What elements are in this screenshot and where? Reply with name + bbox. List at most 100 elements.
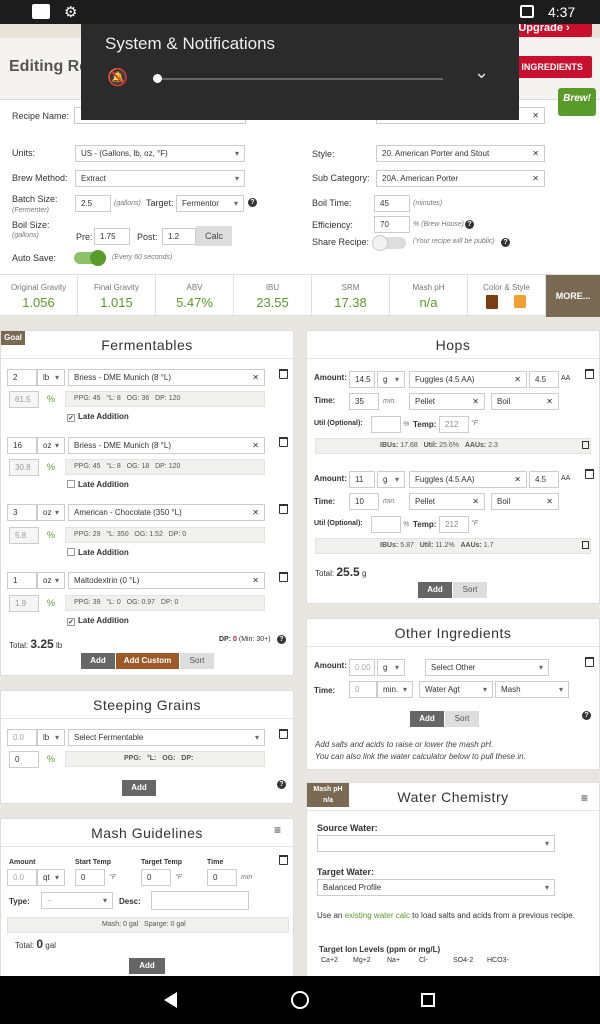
steep-amount-input[interactable]: 0.0 — [7, 729, 37, 746]
home-icon[interactable] — [291, 991, 309, 1009]
units-select[interactable]: US - (Gallons, lb, oz, °F) — [75, 145, 245, 162]
trash-icon[interactable] — [279, 504, 288, 514]
post-input[interactable]: 1.2 — [162, 228, 196, 245]
add-steeping-button[interactable]: Add — [122, 780, 156, 796]
hop-time-input[interactable]: 35 — [349, 393, 379, 410]
other-time-input[interactable]: 0 — [349, 681, 377, 698]
mash-unit-select[interactable]: qt — [37, 869, 65, 886]
hop-amount-input[interactable]: 14.5 — [349, 371, 375, 388]
other-stage-select[interactable]: Mash — [495, 681, 569, 698]
help-icon[interactable]: ? — [582, 711, 591, 720]
hop-aa-input[interactable]: 4.5 — [529, 371, 559, 388]
hop-unit-select[interactable]: g — [377, 471, 405, 488]
hop-util-input[interactable] — [371, 416, 401, 433]
steep-fermentable-select[interactable]: Select Fermentable — [68, 729, 265, 746]
batch-size-input[interactable]: 2.5 — [75, 195, 111, 212]
other-amount-input[interactable]: 0.00 — [349, 659, 375, 676]
late-addition-checkbox[interactable]: ✓ Late Addition — [67, 412, 129, 422]
ferm-name-select[interactable]: Maltodextrin (0 °L) — [68, 572, 265, 589]
trash-icon[interactable] — [585, 657, 594, 667]
trash-icon[interactable] — [585, 469, 594, 479]
recents-icon[interactable] — [421, 993, 435, 1007]
trash-icon[interactable] — [279, 572, 288, 582]
hop-type-select[interactable]: Boil — [491, 393, 559, 410]
ferm-unit-select[interactable]: oz — [37, 572, 65, 589]
add-hop-button[interactable]: Add — [418, 582, 452, 598]
other-agent-select[interactable]: Water Agt — [419, 681, 493, 698]
sort-other-button[interactable]: Sort — [445, 711, 479, 727]
boil-time-input[interactable]: 45 — [374, 195, 410, 212]
ferm-name-select[interactable]: Briess - DME Munich (8 °L) — [68, 369, 265, 386]
trash-icon[interactable] — [279, 729, 288, 739]
hop-name-select[interactable]: Fuggles (4.5 AA) — [409, 471, 527, 488]
auto-save-toggle[interactable] — [74, 250, 106, 266]
help-icon[interactable]: ? — [465, 220, 474, 229]
copy-icon[interactable] — [582, 541, 589, 549]
style-select[interactable]: 20. American Porter and Stout — [376, 145, 545, 162]
expand-chevron-icon[interactable]: ⌄ — [474, 62, 489, 83]
pre-input[interactable]: 1.75 — [94, 228, 130, 245]
steep-pct-input[interactable]: 0 — [9, 751, 39, 768]
more-button[interactable]: MORE... — [546, 275, 600, 317]
source-water-select[interactable] — [317, 835, 555, 852]
help-icon[interactable]: ? — [248, 198, 257, 207]
share-toggle[interactable] — [372, 235, 406, 251]
brew-method-select[interactable]: Extract — [75, 170, 245, 187]
goal-badge[interactable]: Goal — [1, 331, 25, 345]
hop-name-select[interactable]: Fuggles (4.5 AA) — [409, 371, 527, 388]
hop-util-input[interactable] — [371, 516, 401, 533]
ferm-pct-input[interactable]: 1.9 — [9, 595, 39, 612]
sub-category-select[interactable]: 20A. American Porter — [376, 170, 545, 187]
mash-type-select[interactable]: -- — [41, 892, 113, 909]
help-icon[interactable]: ? — [277, 635, 286, 644]
other-unit-select[interactable]: g — [377, 659, 405, 676]
efficiency-input[interactable]: 70 — [374, 216, 410, 233]
add-fermentable-button[interactable]: Add — [81, 653, 115, 669]
mash-desc-input[interactable] — [151, 891, 249, 910]
ferm-unit-select[interactable]: lb — [37, 369, 65, 386]
hop-amount-input[interactable]: 11 — [349, 471, 375, 488]
trash-icon[interactable] — [279, 369, 288, 379]
add-custom-button[interactable]: Add Custom — [116, 653, 179, 669]
other-min-select[interactable]: min. — [377, 681, 413, 698]
back-icon[interactable] — [164, 992, 177, 1008]
mash-start-input[interactable]: 0 — [75, 869, 105, 886]
mash-time-input[interactable]: 0 — [207, 869, 237, 886]
target-select[interactable]: Fermentor — [176, 195, 244, 212]
other-select[interactable]: Select Other — [425, 659, 549, 676]
late-addition-checkbox[interactable]: Late Addition — [67, 480, 129, 489]
mute-icon[interactable]: 🔕 — [107, 68, 128, 88]
hop-temp-input[interactable]: 212 — [439, 416, 469, 433]
trash-icon[interactable] — [279, 855, 288, 865]
menu-icon[interactable]: ≡ — [274, 823, 281, 837]
target-water-select[interactable]: Balanced Profile — [317, 879, 555, 896]
help-icon[interactable]: ? — [501, 238, 510, 247]
trash-icon[interactable] — [279, 437, 288, 447]
ferm-unit-select[interactable]: oz — [37, 437, 65, 454]
menu-icon[interactable]: ≡ — [581, 791, 588, 805]
add-mash-button[interactable]: Add — [129, 958, 165, 974]
ferm-name-select[interactable]: Briess - DME Munich (8 °L) — [68, 437, 265, 454]
hop-use-select[interactable]: Pellet — [409, 493, 485, 510]
mash-target-input[interactable]: 0 — [141, 869, 171, 886]
hop-aa-input[interactable]: 4.5 — [529, 471, 559, 488]
calc-button[interactable]: Calc — [196, 226, 232, 246]
ferm-amount-input[interactable]: 2 — [7, 369, 37, 386]
copy-icon[interactable] — [582, 441, 589, 449]
mash-amount-input[interactable]: 0.0 — [7, 869, 37, 886]
volume-slider-track[interactable] — [153, 78, 443, 80]
ferm-pct-input[interactable]: 61.5 — [9, 391, 39, 408]
late-addition-checkbox[interactable]: Late Addition — [67, 548, 129, 557]
sort-fermentables-button[interactable]: Sort — [180, 653, 214, 669]
volume-slider-thumb[interactable] — [153, 74, 162, 83]
late-addition-checkbox[interactable]: ✓ Late Addition — [67, 616, 129, 626]
ferm-amount-input[interactable]: 1 — [7, 572, 37, 589]
ferm-pct-input[interactable]: 5.8 — [9, 527, 39, 544]
hop-use-select[interactable]: Pellet — [409, 393, 485, 410]
hop-temp-input[interactable]: 212 — [439, 516, 469, 533]
trash-icon[interactable] — [585, 369, 594, 379]
existing-water-calc-link[interactable]: existing water calc — [345, 911, 410, 920]
hop-type-select[interactable]: Boil — [491, 493, 559, 510]
sort-hops-button[interactable]: Sort — [453, 582, 487, 598]
steep-unit-select[interactable]: lb — [37, 729, 65, 746]
